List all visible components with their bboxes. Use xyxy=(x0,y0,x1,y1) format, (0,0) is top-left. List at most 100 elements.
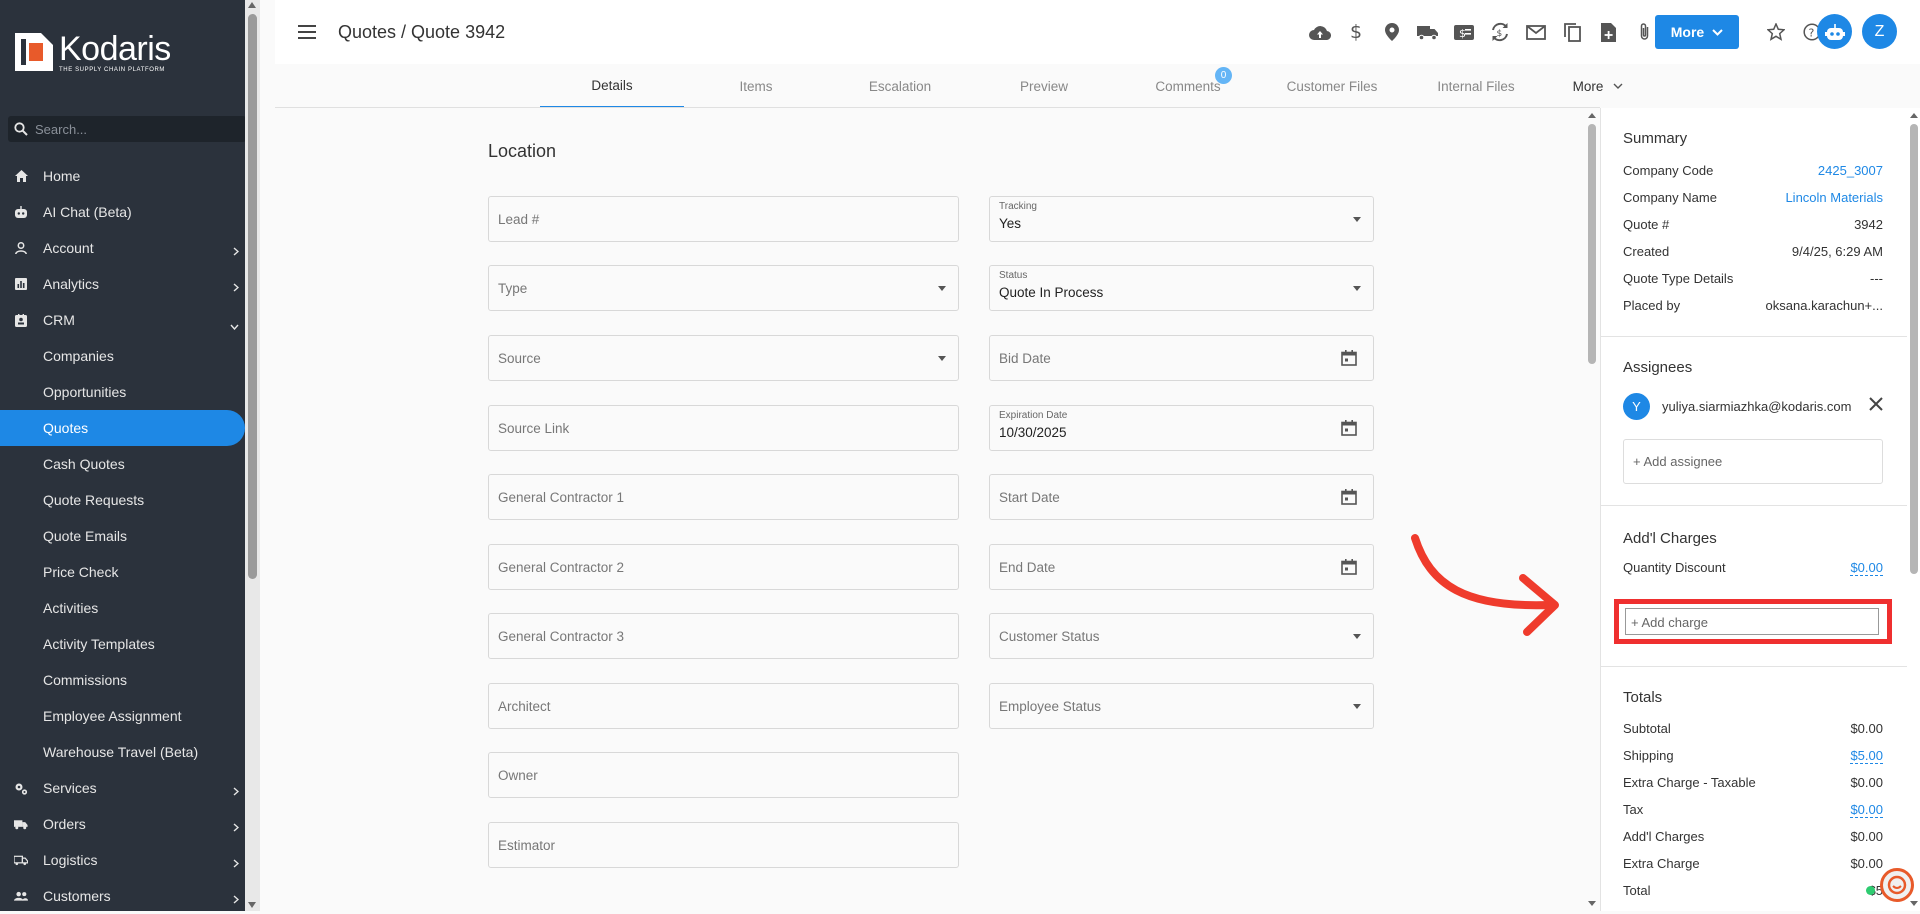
company-code-link[interactable]: 2425_3007 xyxy=(1818,163,1883,178)
scroll-up-arrow-icon[interactable] xyxy=(1908,111,1920,119)
panel-scrollbar[interactable] xyxy=(1908,108,1920,911)
main-scroll-thumb[interactable] xyxy=(1588,124,1596,364)
sidebar-item-quotes[interactable]: Quotes xyxy=(0,410,245,446)
cloud-upload-icon[interactable] xyxy=(1302,20,1338,44)
start-date-field[interactable]: Start Date xyxy=(989,474,1374,520)
panel-scroll-thumb[interactable] xyxy=(1910,124,1918,574)
email-icon[interactable] xyxy=(1518,20,1554,44)
remove-assignee-close-icon[interactable] xyxy=(1869,397,1883,416)
main-scrollbar[interactable] xyxy=(1586,108,1598,911)
summary-row: Quote Type Details --- xyxy=(1623,265,1883,292)
end-date-field[interactable]: End Date xyxy=(989,544,1374,590)
location-pin-icon[interactable] xyxy=(1374,20,1410,44)
dollar-icon[interactable]: $ xyxy=(1338,20,1374,44)
sidebar-item-opportunities[interactable]: Opportunities xyxy=(0,374,245,410)
scroll-down-arrow-icon[interactable] xyxy=(248,902,256,908)
sidebar-item-commissions[interactable]: Commissions xyxy=(0,662,245,698)
add-file-icon[interactable] xyxy=(1590,20,1626,44)
sidebar-item-analytics[interactable]: Analytics xyxy=(0,266,245,302)
chat-support-button[interactable] xyxy=(1880,868,1914,902)
more-actions-button[interactable]: More xyxy=(1655,15,1739,49)
architect-field[interactable]: Architect xyxy=(488,683,959,729)
tab-escalation[interactable]: Escalation xyxy=(828,64,972,108)
tracking-select[interactable]: Tracking Yes xyxy=(989,196,1374,242)
star-icon[interactable] xyxy=(1758,19,1794,45)
sidebar-item-warehouse-travel[interactable]: Warehouse Travel (Beta) xyxy=(0,734,245,770)
add-charge-input[interactable]: + Add charge xyxy=(1625,608,1879,635)
sidebar-item-crm[interactable]: CRM xyxy=(0,302,245,338)
field-placeholder: Source Link xyxy=(498,421,570,436)
expiration-date-field[interactable]: Expiration Date 10/30/2025 xyxy=(989,405,1374,451)
tax-value[interactable]: $0.00 xyxy=(1850,802,1883,818)
tab-details[interactable]: Details xyxy=(540,64,684,108)
assignee-avatar: Y xyxy=(1623,392,1650,420)
owner-field[interactable]: Owner xyxy=(488,752,959,798)
general-contractor-3-field[interactable]: General Contractor 3 xyxy=(488,613,959,659)
sidebar-item-price-check[interactable]: Price Check xyxy=(0,554,245,590)
lead-number-field[interactable]: Lead # xyxy=(488,196,959,242)
sidebar-search[interactable] xyxy=(8,116,246,142)
cash-bill-icon[interactable]: $ xyxy=(1446,20,1482,44)
tab-customer-files[interactable]: Customer Files xyxy=(1260,64,1404,108)
dropdown-caret-icon xyxy=(1353,634,1361,639)
scroll-down-arrow-icon[interactable] xyxy=(1908,900,1920,908)
calendar-icon[interactable] xyxy=(1341,350,1357,371)
sidebar-item-services[interactable]: Services xyxy=(0,770,245,806)
source-link-field[interactable]: Source Link xyxy=(488,405,959,451)
calendar-icon[interactable] xyxy=(1341,559,1357,580)
sidebar-item-account[interactable]: Account xyxy=(0,230,245,266)
sidebar-item-employee-assignment[interactable]: Employee Assignment xyxy=(0,698,245,734)
shipping-truck-icon[interactable] xyxy=(1410,20,1446,44)
sidebar-item-home[interactable]: Home xyxy=(0,158,245,194)
summary-value: oksana.karachun+... xyxy=(1765,298,1883,313)
sidebar-item-cash-quotes[interactable]: Cash Quotes xyxy=(0,446,245,482)
tab-comments[interactable]: Comments 0 xyxy=(1116,64,1260,108)
sidebar-item-activities[interactable]: Activities xyxy=(0,590,245,626)
sidebar-item-quote-requests[interactable]: Quote Requests xyxy=(0,482,245,518)
user-avatar[interactable]: Z xyxy=(1862,14,1897,49)
calendar-icon[interactable] xyxy=(1341,420,1357,441)
people-icon xyxy=(14,889,28,903)
tab-more[interactable]: More xyxy=(1548,64,1648,108)
sidebar-item-orders[interactable]: Orders xyxy=(0,806,245,842)
sidebar-scrollbar[interactable] xyxy=(245,0,260,911)
menu-icon[interactable] xyxy=(298,25,316,44)
kodaris-logo[interactable]: Kodaris THE SUPPLY CHAIN PLATFORM xyxy=(15,31,171,73)
employee-status-select[interactable]: Employee Status xyxy=(989,683,1374,729)
ai-assistant-button[interactable] xyxy=(1817,14,1852,49)
field-value: Quote In Process xyxy=(999,285,1104,300)
calendar-icon[interactable] xyxy=(1341,489,1357,510)
bid-date-field[interactable]: Bid Date xyxy=(989,335,1374,381)
shipping-value[interactable]: $5.00 xyxy=(1850,748,1883,764)
general-contractor-1-field[interactable]: General Contractor 1 xyxy=(488,474,959,520)
sidebar-scroll-thumb[interactable] xyxy=(248,14,257,579)
sidebar-item-activity-templates[interactable]: Activity Templates xyxy=(0,626,245,662)
sync-dollar-icon[interactable]: $ xyxy=(1482,20,1518,44)
tab-internal-files[interactable]: Internal Files xyxy=(1404,64,1548,108)
sidebar-item-quote-emails[interactable]: Quote Emails xyxy=(0,518,245,554)
sidebar-item-ai-chat[interactable]: AI Chat (Beta) xyxy=(0,194,245,230)
scroll-down-arrow-icon[interactable] xyxy=(1586,900,1598,908)
chevron-right-icon xyxy=(233,243,240,259)
sidebar-item-logistics[interactable]: Logistics xyxy=(0,842,245,878)
source-select[interactable]: Source xyxy=(488,335,959,381)
quantity-discount-value[interactable]: $0.00 xyxy=(1850,560,1883,576)
company-name-link[interactable]: Lincoln Materials xyxy=(1785,190,1883,205)
field-placeholder: Type xyxy=(498,281,528,296)
summary-key: Quote # xyxy=(1623,217,1670,232)
estimator-field[interactable]: Estimator xyxy=(488,822,959,868)
customer-status-select[interactable]: Customer Status xyxy=(989,613,1374,659)
sidebar-search-input[interactable] xyxy=(35,121,225,137)
sidebar-item-customers[interactable]: Customers xyxy=(0,878,245,914)
copy-icon[interactable] xyxy=(1554,20,1590,44)
add-assignee-input[interactable]: + Add assignee xyxy=(1623,439,1883,484)
sidebar-item-companies[interactable]: Companies xyxy=(0,338,245,374)
scroll-up-arrow-icon[interactable] xyxy=(248,2,256,8)
general-contractor-2-field[interactable]: General Contractor 2 xyxy=(488,544,959,590)
tab-items[interactable]: Items xyxy=(684,64,828,108)
scroll-up-arrow-icon[interactable] xyxy=(1586,111,1598,119)
tab-preview[interactable]: Preview xyxy=(972,64,1116,108)
status-select[interactable]: Status Quote In Process xyxy=(989,265,1374,311)
type-select[interactable]: Type xyxy=(488,265,959,311)
dropdown-caret-icon xyxy=(1353,286,1361,291)
